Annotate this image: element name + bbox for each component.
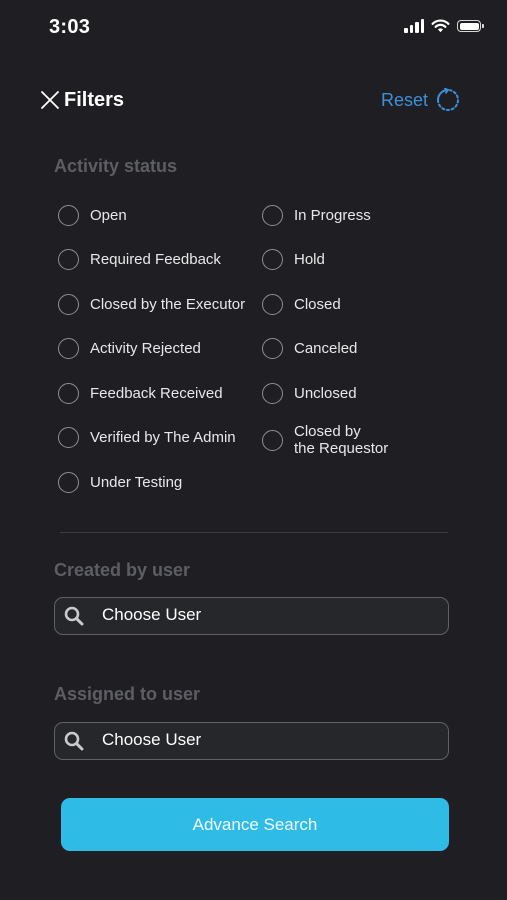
option-label: Under Testing	[90, 474, 183, 491]
search-icon	[64, 731, 84, 751]
status-option-in-progress[interactable]: In Progress	[262, 205, 371, 226]
option-label: Unclosed	[294, 385, 357, 402]
battery-icon	[457, 20, 484, 32]
status-time: 3:03	[49, 16, 91, 38]
refresh-icon	[437, 88, 460, 111]
status-option-closed[interactable]: Closed	[262, 294, 341, 315]
status-option-closed-by-executor[interactable]: Closed by the Executor	[58, 294, 245, 315]
radio-button[interactable]	[58, 383, 79, 404]
option-label: Closed by the Executor	[90, 296, 246, 313]
status-option-canceled[interactable]: Canceled	[262, 338, 357, 359]
close-icon[interactable]	[40, 90, 60, 110]
radio-button[interactable]	[262, 294, 283, 315]
option-label: Verified by The Admin	[90, 429, 236, 446]
radio-button[interactable]	[262, 249, 283, 270]
advance-search-button[interactable]: Advance Search	[61, 798, 449, 851]
wifi-icon	[431, 19, 450, 33]
radio-button[interactable]	[262, 205, 283, 226]
radio-button[interactable]	[262, 338, 283, 359]
option-label: Activity Rejected	[90, 340, 201, 357]
reset-button[interactable]: Reset	[381, 88, 460, 112]
reset-label: Reset	[381, 89, 429, 110]
status-option-verified-by-admin[interactable]: Verified by The Admin	[58, 427, 236, 448]
option-label: Hold	[294, 251, 325, 268]
option-label: Closed by the Requestor	[294, 423, 389, 457]
assigned-to-user-search[interactable]: Choose User	[54, 722, 449, 760]
status-option-unclosed[interactable]: Unclosed	[262, 383, 357, 404]
radio-button[interactable]	[58, 472, 79, 493]
radio-button[interactable]	[58, 294, 79, 315]
option-label: Open	[90, 207, 127, 224]
created-by-user-search[interactable]: Choose User	[54, 597, 449, 635]
radio-button[interactable]	[58, 249, 79, 270]
status-option-feedback-received[interactable]: Feedback Received	[58, 383, 223, 404]
assigned-to-title: Assigned to user	[54, 684, 201, 704]
option-label: In Progress	[294, 207, 371, 224]
status-option-required-feedback[interactable]: Required Feedback	[58, 249, 221, 270]
option-label: Canceled	[294, 340, 358, 357]
cellular-signal-icon	[404, 19, 424, 33]
radio-button[interactable]	[262, 429, 283, 451]
status-option-open[interactable]: Open	[58, 205, 127, 226]
radio-button[interactable]	[58, 205, 79, 226]
radio-button[interactable]	[58, 338, 79, 359]
created-by-title: Created by user	[54, 560, 191, 580]
activity-status-title: Activity status	[54, 156, 178, 176]
status-icons	[404, 19, 484, 33]
status-option-closed-by-requestor[interactable]: Closed by the Requestor	[262, 423, 388, 457]
option-label: Closed	[294, 296, 341, 313]
created-by-placeholder: Choose User	[102, 605, 202, 624]
option-label: Feedback Received	[90, 385, 223, 402]
page-title: Filters	[64, 89, 125, 111]
radio-button[interactable]	[58, 427, 79, 448]
radio-button[interactable]	[262, 383, 283, 404]
option-label: Required Feedback	[90, 251, 221, 268]
status-option-hold[interactable]: Hold	[262, 249, 325, 270]
status-option-activity-rejected[interactable]: Activity Rejected	[58, 338, 201, 359]
divider	[60, 532, 448, 533]
status-option-under-testing[interactable]: Under Testing	[58, 472, 182, 493]
filters-header: Filters Reset	[0, 84, 507, 118]
assigned-to-placeholder: Choose User	[102, 730, 202, 749]
search-icon	[64, 606, 84, 626]
status-bar: 3:03	[0, 0, 507, 56]
